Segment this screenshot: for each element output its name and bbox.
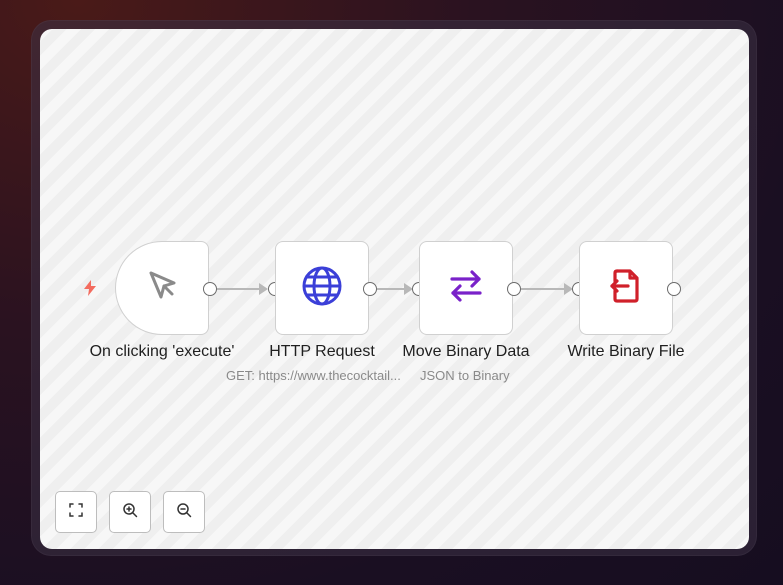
zoom-in-icon (122, 502, 138, 523)
node-label: Move Binary Data (402, 343, 530, 360)
node-move-binary-data[interactable] (419, 241, 513, 335)
zoom-to-fit-button[interactable] (55, 491, 97, 533)
output-port[interactable] (363, 282, 377, 296)
trigger-bolt-icon (82, 279, 98, 302)
output-port[interactable] (507, 282, 521, 296)
node-subtitle-move-binary: JSON to Binary (420, 368, 510, 383)
globe-icon (301, 265, 343, 312)
cursor-icon (143, 267, 181, 310)
workflow-canvas[interactable]: On clicking 'execute' HTTP Request Move … (40, 29, 749, 549)
node-label: On clicking 'execute' (89, 343, 235, 360)
node-subtitle-http: GET: https://www.thecocktail... (226, 368, 401, 383)
node-label: Write Binary File (567, 343, 685, 360)
connection-edge[interactable] (521, 288, 569, 290)
arrows-exchange-icon (446, 266, 486, 311)
zoom-out-button[interactable] (163, 491, 205, 533)
node-http-request[interactable] (275, 241, 369, 335)
node-write-binary-file[interactable] (579, 241, 673, 335)
zoom-out-icon (176, 502, 192, 523)
zoom-to-fit-icon (68, 502, 84, 523)
output-port[interactable] (203, 282, 217, 296)
connection-edge[interactable] (217, 288, 261, 290)
connection-arrow (259, 283, 268, 295)
file-export-icon (606, 266, 646, 311)
output-port[interactable] (667, 282, 681, 296)
node-label: HTTP Request (269, 343, 375, 360)
node-manual-trigger[interactable] (115, 241, 209, 335)
zoom-in-button[interactable] (109, 491, 151, 533)
